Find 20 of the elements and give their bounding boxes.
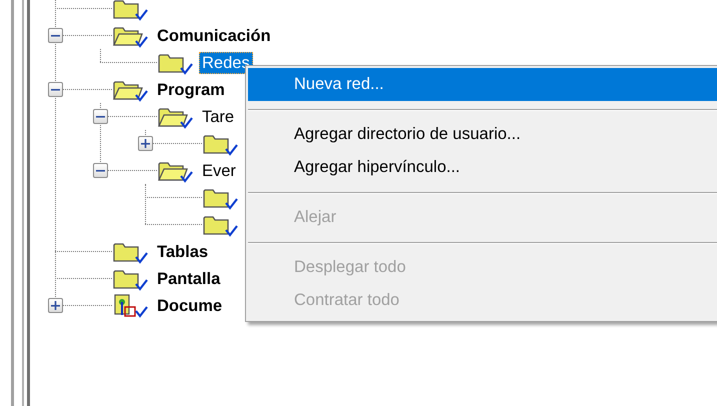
tree-item[interactable]: Tablas	[154, 240, 212, 262]
splitter-bar[interactable]	[11, 0, 30, 406]
collapse-icon[interactable]	[48, 82, 63, 97]
tree-item[interactable]: Docume	[154, 294, 226, 316]
collapse-icon[interactable]	[48, 28, 63, 43]
collapse-icon[interactable]	[93, 163, 108, 178]
menu-item[interactable]: Agregar directorio de usuario...	[248, 118, 717, 151]
expand-icon[interactable]	[48, 298, 63, 313]
tree-item[interactable]: Redes	[199, 52, 253, 74]
tree-item[interactable]: Pantalla	[154, 268, 224, 290]
expand-icon[interactable]	[138, 136, 153, 151]
folder-icon[interactable]	[112, 0, 148, 22]
collapse-icon[interactable]	[93, 109, 108, 124]
tree-item[interactable]: Ever	[199, 160, 239, 182]
menu-item[interactable]: Nueva red...	[248, 68, 717, 101]
tree-item[interactable]: Comunicación	[154, 24, 274, 46]
tree-item[interactable]: Program	[154, 78, 228, 100]
document-icon[interactable]	[112, 292, 148, 318]
tree-item[interactable]: Tare	[199, 106, 238, 128]
menu-item[interactable]: Agregar hipervínculo...	[248, 151, 717, 184]
